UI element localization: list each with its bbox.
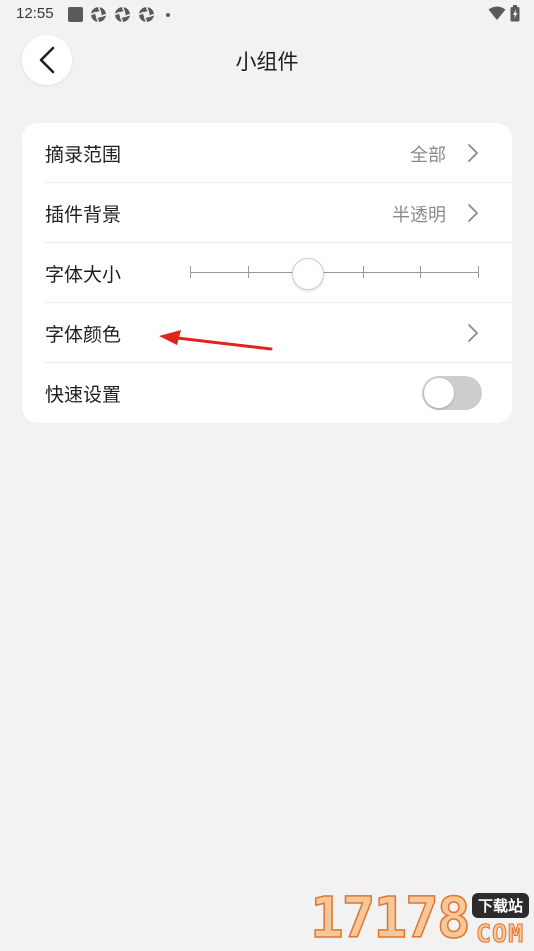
aperture-notification-icon bbox=[138, 6, 155, 23]
status-bar: 12:55 bbox=[0, 0, 534, 28]
toggle-knob bbox=[424, 378, 454, 408]
settings-card: 摘录范围 全部 插件背景 半透明 字体大小 字体颜色 快速设置 bbox=[22, 123, 512, 423]
watermark-tag: 下载站 bbox=[472, 893, 530, 918]
slider-tick bbox=[420, 266, 422, 278]
setting-label: 字体大小 bbox=[45, 264, 122, 286]
slider-thumb[interactable] bbox=[292, 258, 325, 290]
setting-row-widget-background[interactable]: 插件背景 半透明 bbox=[22, 183, 512, 243]
page-title: 小组件 bbox=[235, 50, 299, 74]
aperture-notification-icon bbox=[114, 6, 131, 23]
setting-label: 摘录范围 bbox=[45, 144, 122, 166]
slider-track bbox=[190, 272, 478, 273]
annotation-arrow-icon bbox=[159, 330, 273, 351]
setting-row-font-size: 字体大小 bbox=[22, 243, 512, 303]
chevron-right-icon bbox=[468, 144, 478, 162]
watermark-suffix: COM bbox=[475, 919, 525, 949]
system-icons bbox=[488, 5, 520, 22]
setting-label: 字体颜色 bbox=[45, 324, 122, 346]
status-time: 12:55 bbox=[16, 5, 54, 22]
notification-icons bbox=[68, 6, 170, 23]
quick-settings-toggle[interactable] bbox=[422, 376, 482, 410]
slider-tick bbox=[190, 266, 191, 278]
more-notifications-icon bbox=[166, 12, 170, 17]
setting-value: 半透明 bbox=[392, 205, 446, 226]
slider-tick bbox=[247, 266, 249, 278]
watermark-digits: 17178 bbox=[309, 886, 471, 951]
battery-charging-icon bbox=[510, 5, 520, 22]
chevron-right-icon bbox=[468, 204, 478, 222]
app-notification-icon bbox=[68, 7, 83, 22]
setting-value: 全部 bbox=[410, 145, 446, 166]
slider-tick bbox=[362, 266, 364, 278]
setting-label: 插件背景 bbox=[45, 204, 122, 226]
watermark-logo: 17178 下载站 COM bbox=[309, 886, 534, 951]
setting-row-quick-settings: 快速设置 bbox=[22, 363, 512, 423]
setting-row-excerpt-range[interactable]: 摘录范围 全部 bbox=[22, 123, 512, 183]
chevron-right-icon bbox=[468, 324, 478, 342]
font-size-slider[interactable] bbox=[190, 257, 480, 290]
wifi-icon bbox=[488, 6, 506, 20]
slider-tick bbox=[478, 266, 479, 278]
setting-label: 快速设置 bbox=[45, 384, 122, 406]
aperture-notification-icon bbox=[90, 6, 107, 23]
